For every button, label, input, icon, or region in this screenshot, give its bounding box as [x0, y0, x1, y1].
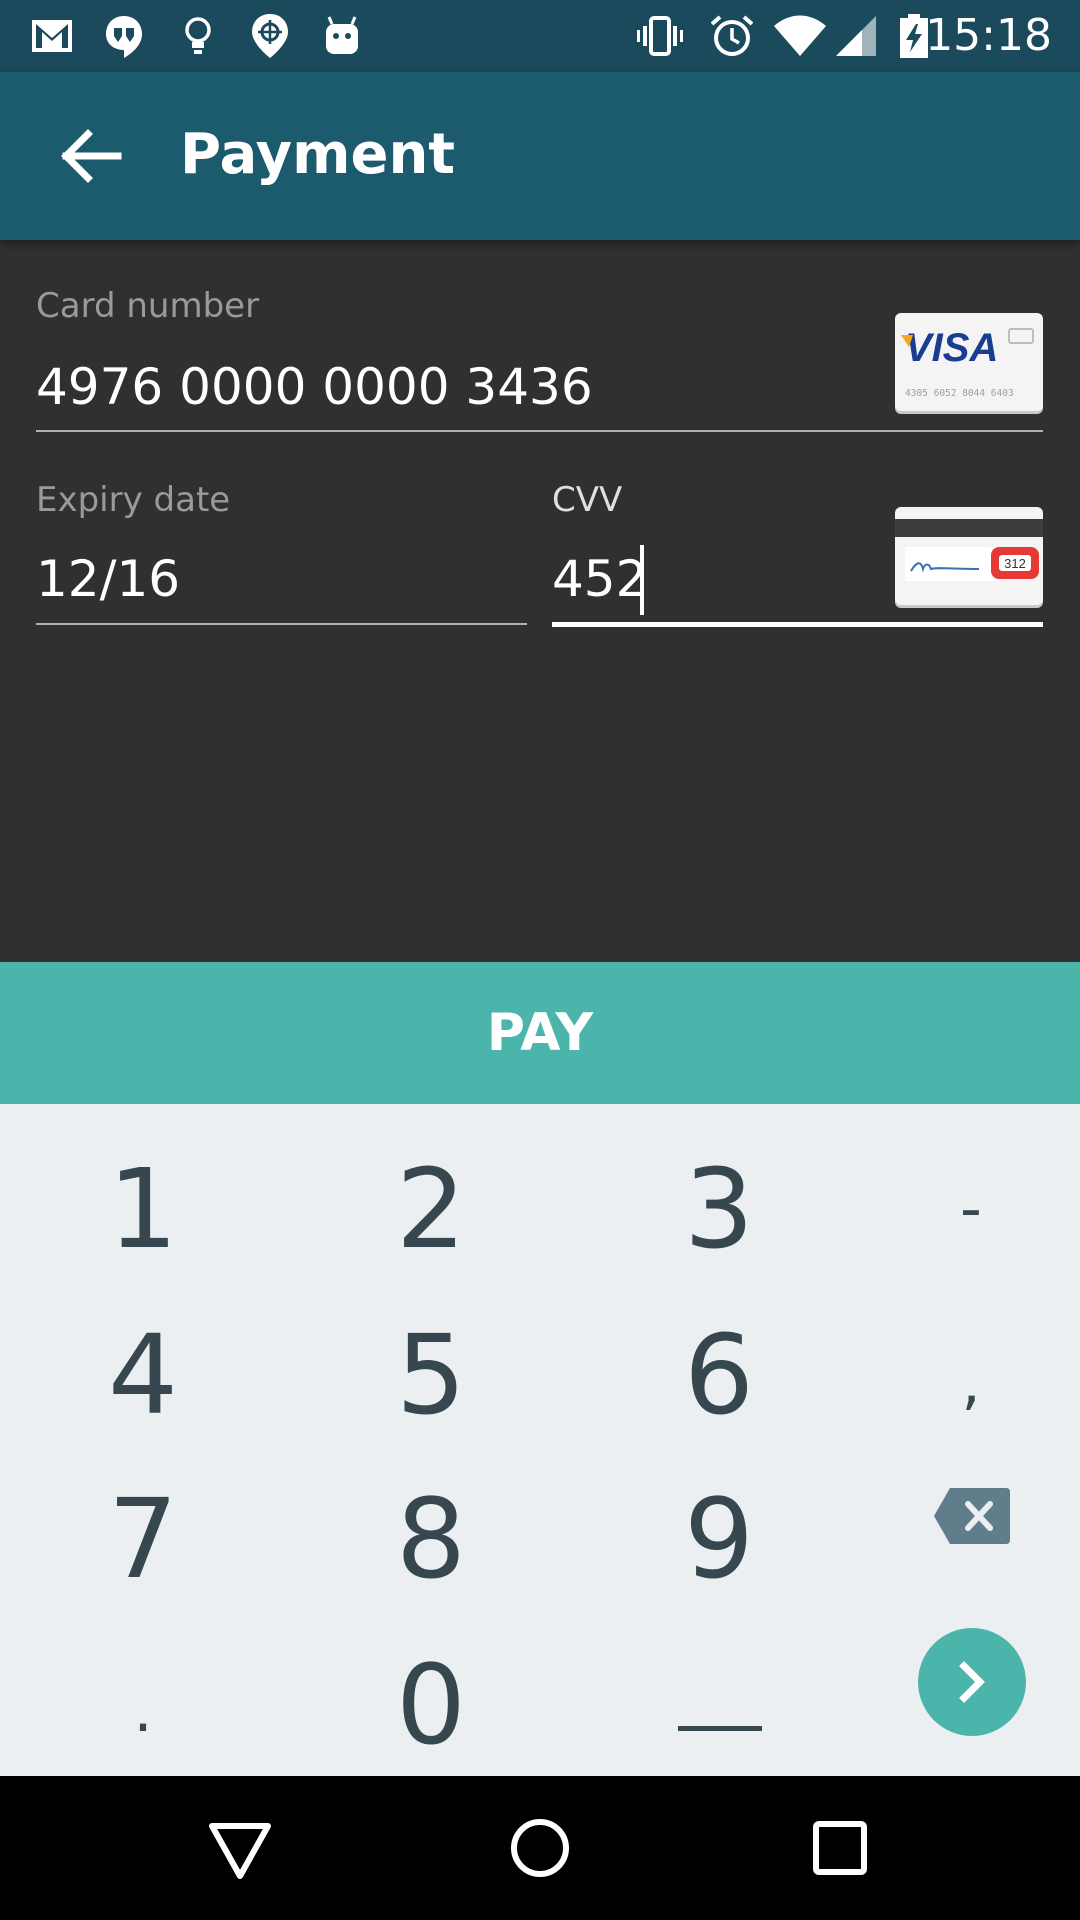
cvv-underline	[552, 622, 1043, 627]
space-key-icon[interactable]	[678, 1726, 762, 1731]
key-dash[interactable]: -	[836, 1126, 1080, 1292]
arrow-back-icon[interactable]	[44, 108, 140, 204]
location-pin-icon	[252, 14, 288, 58]
key-2[interactable]: 2	[296, 1126, 566, 1292]
card-number-input[interactable]: 4976 0000 0000 3436	[36, 358, 593, 416]
cvv-label: CVV	[552, 480, 623, 520]
key-7[interactable]: 7	[8, 1456, 278, 1622]
key-0[interactable]: 0	[296, 1622, 566, 1788]
wifi-icon	[774, 15, 826, 56]
go-button[interactable]	[918, 1628, 1026, 1736]
svg-text:VISA: VISA	[905, 326, 998, 370]
vibrate-icon	[637, 16, 683, 56]
svg-text:312: 312	[1004, 556, 1026, 571]
signal-icon	[836, 16, 876, 56]
cvv-card-icon: 312	[895, 507, 1043, 605]
alarm-icon	[710, 15, 754, 56]
key-comma[interactable]: ,	[836, 1300, 1080, 1466]
card-number-underline	[36, 430, 1043, 432]
gmail-icon	[32, 20, 72, 52]
key-3[interactable]: 3	[584, 1126, 854, 1292]
back-triangle-icon[interactable]	[204, 1812, 276, 1884]
key-5[interactable]: 5	[296, 1292, 566, 1458]
expiry-date-label: Expiry date	[36, 480, 231, 520]
key-9[interactable]: 9	[584, 1456, 854, 1622]
app-bar: Payment	[0, 72, 1080, 240]
numeric-keyboard: 1 2 3 - 4 5 6 , 7 8 9 . 0	[0, 1104, 1080, 1776]
android-icon	[326, 16, 358, 54]
card-number-label: Card number	[36, 286, 260, 326]
lightbulb-icon	[185, 17, 211, 54]
pay-button[interactable]: PAY	[0, 962, 1080, 1104]
text-cursor	[640, 545, 644, 615]
status-bar: 15:18	[0, 0, 1080, 72]
backspace-icon[interactable]	[934, 1488, 1010, 1544]
chevron-right-icon	[959, 1661, 985, 1703]
key-period[interactable]: .	[8, 1628, 278, 1794]
svg-text:4305 6052 8044 6403: 4305 6052 8044 6403	[905, 388, 1014, 399]
visa-card-icon: VISA 4305 6052 8044 6403	[895, 313, 1043, 411]
expiry-date-input[interactable]: 12/16	[36, 550, 180, 608]
cvv-input[interactable]: 452	[552, 550, 647, 608]
hangouts-icon	[106, 16, 142, 58]
page-title: Payment	[180, 122, 456, 187]
key-4[interactable]: 4	[8, 1292, 278, 1458]
key-6[interactable]: 6	[584, 1292, 854, 1458]
status-time: 15:18	[925, 10, 1052, 61]
navigation-bar	[0, 1776, 1080, 1920]
key-1[interactable]: 1	[8, 1126, 278, 1292]
recents-square-icon[interactable]	[804, 1812, 876, 1884]
expiry-date-underline	[36, 623, 527, 625]
key-8[interactable]: 8	[296, 1456, 566, 1622]
home-circle-icon[interactable]	[504, 1812, 576, 1884]
